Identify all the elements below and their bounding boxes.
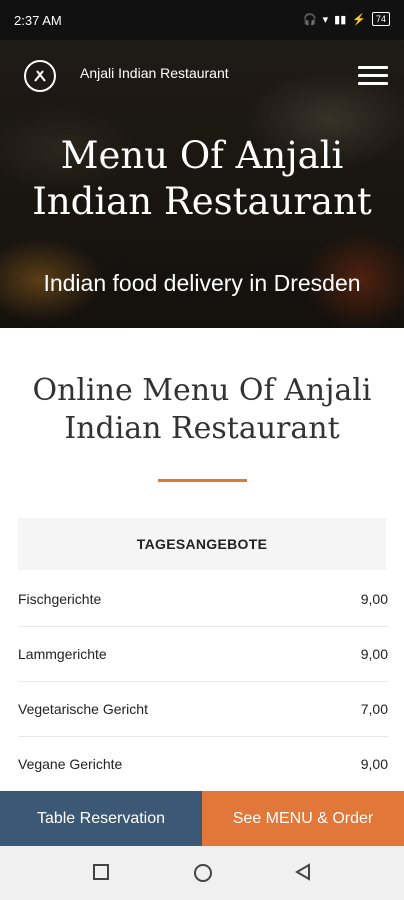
menu-item-name: Vegetarische Gericht <box>18 701 148 717</box>
menu-item-price: 9,00 <box>360 756 388 772</box>
brand-name[interactable]: Anjali Indian Restaurant <box>80 65 229 81</box>
menu-item-name: Vegane Gerichte <box>18 756 123 772</box>
android-nav-bar <box>0 846 404 900</box>
menu-item[interactable]: Vegane Gerichte 9,00 <box>18 737 388 792</box>
tab-tagesangebote[interactable]: TAGESANGEBOTE <box>18 518 386 570</box>
table-reservation-button[interactable]: Table Reservation <box>0 791 202 846</box>
menu-item-name: Fischgerichte <box>18 591 102 607</box>
menu-item-price: 7,00 <box>360 701 388 717</box>
hero-subtitle: Indian food delivery in Dresden <box>43 270 361 296</box>
status-bar: 2:37 AM 🎧 ▾ ▮▮ ⚡ 74 <box>0 0 404 40</box>
menu-list: Fischgerichte 9,00 Lammgerichte 9,00 Veg… <box>18 572 388 792</box>
menu-item-price: 9,00 <box>360 646 388 662</box>
menu-item[interactable]: Fischgerichte 9,00 <box>18 572 388 627</box>
signal-icon: ▮▮ <box>334 13 347 26</box>
battery-icon: 74 <box>371 12 390 26</box>
home-icon[interactable] <box>193 863 213 883</box>
hero-title: Menu Of Anjali Indian Restaurant <box>32 134 372 223</box>
hamburger-menu-icon[interactable] <box>358 66 388 88</box>
status-icons: 🎧 ▾ ▮▮ ⚡ 74 <box>303 12 390 26</box>
status-time: 2:37 AM <box>14 13 62 28</box>
charging-icon: ⚡ <box>352 13 366 26</box>
menu-item[interactable]: Vegetarische Gericht 7,00 <box>18 682 388 737</box>
menu-item[interactable]: Lammgerichte 9,00 <box>18 627 388 682</box>
recents-icon[interactable] <box>92 863 110 881</box>
title-divider <box>158 479 247 482</box>
menu-item-name: Lammgerichte <box>18 646 107 662</box>
back-icon[interactable] <box>294 863 312 881</box>
restaurant-logo-icon[interactable] <box>24 60 56 92</box>
hero-banner: Anjali Indian Restaurant Menu Of Anjali … <box>0 40 404 328</box>
see-menu-order-button[interactable]: See MENU & Order <box>202 791 404 846</box>
wifi-icon: ▾ <box>322 13 329 26</box>
section-title: Online Menu Of Anjali Indian Restaurant <box>32 373 372 446</box>
headphones-icon: 🎧 <box>302 13 317 26</box>
menu-item-price: 9,00 <box>360 591 388 607</box>
